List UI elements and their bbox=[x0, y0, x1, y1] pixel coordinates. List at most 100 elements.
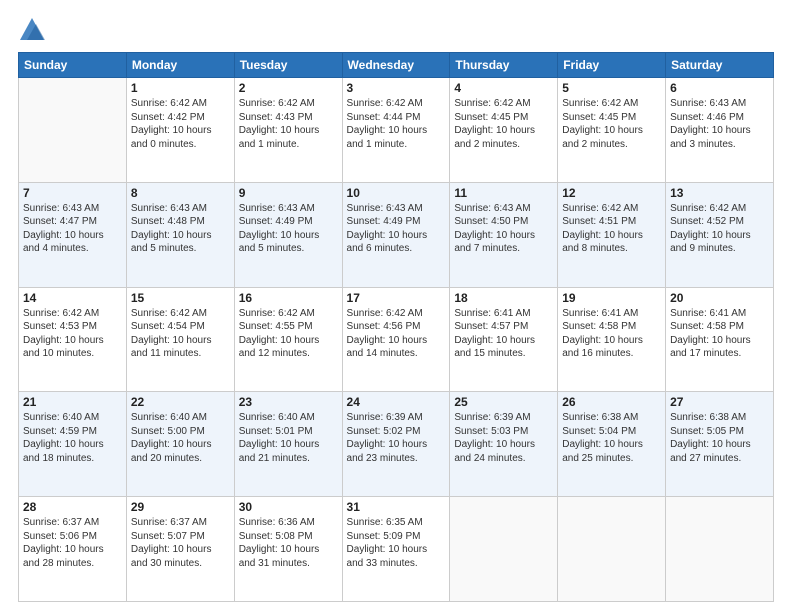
calendar-cell: 16Sunrise: 6:42 AM Sunset: 4:55 PM Dayli… bbox=[234, 287, 342, 392]
day-number: 21 bbox=[23, 395, 122, 409]
day-number: 6 bbox=[670, 81, 769, 95]
day-number: 7 bbox=[23, 186, 122, 200]
week-row-4: 28 Sunrise: 6:37 AM Sunset: 5:06 PM Dayli… bbox=[19, 497, 774, 602]
day-number: 2 bbox=[239, 81, 338, 95]
calendar-cell: 1 Sunrise: 6:42 AM Sunset: 4:42 PM Daylig… bbox=[126, 78, 234, 183]
calendar-cell: 12 Sunrise: 6:42 AM Sunset: 4:51 PM Dayli… bbox=[558, 182, 666, 287]
day-number: 28 bbox=[23, 500, 122, 514]
day-number: 12 bbox=[562, 186, 661, 200]
day-info: Sunrise: 6:42 AM Sunset: 4:53 PM Dayligh… bbox=[23, 307, 122, 361]
day-number: 1 bbox=[131, 81, 230, 95]
day-info: Sunrise: 6:39 AM Sunset: 5:03 PM Dayligh… bbox=[454, 411, 553, 465]
week-row-2: 14 Sunrise: 6:42 AM Sunset: 4:53 PM Dayli… bbox=[19, 287, 774, 392]
calendar-cell: 14 Sunrise: 6:42 AM Sunset: 4:53 PM Dayli… bbox=[19, 287, 127, 392]
calendar-cell bbox=[19, 78, 127, 183]
day-info: Sunrise: 6:43 AM Sunset: 4:47 PM Dayligh… bbox=[23, 202, 122, 256]
weekday-saturday: Saturday bbox=[666, 53, 774, 78]
day-info: Sunrise: 6:42 AM Sunset: 4:43 PM Dayligh… bbox=[239, 97, 338, 151]
day-number: 11 bbox=[454, 186, 553, 200]
day-info: Sunrise: 6:36 AM Sunset: 5:08 PM Dayligh… bbox=[239, 516, 338, 570]
calendar-cell: 18Sunrise: 6:41 AM Sunset: 4:57 PM Dayli… bbox=[450, 287, 558, 392]
day-info: Sunrise: 6:43 AM Sunset: 4:50 PM Dayligh… bbox=[454, 202, 553, 256]
weekday-sunday: Sunday bbox=[19, 53, 127, 78]
day-number: 22 bbox=[131, 395, 230, 409]
week-row-0: 1 Sunrise: 6:42 AM Sunset: 4:42 PM Daylig… bbox=[19, 78, 774, 183]
day-info: Sunrise: 6:42 AM Sunset: 4:54 PM Dayligh… bbox=[131, 307, 230, 361]
calendar-cell bbox=[558, 497, 666, 602]
header bbox=[18, 16, 774, 44]
day-number: 31 bbox=[347, 500, 446, 514]
calendar-cell: 21 Sunrise: 6:40 AM Sunset: 4:59 PM Dayli… bbox=[19, 392, 127, 497]
calendar-cell: 3Sunrise: 6:42 AM Sunset: 4:44 PM Daylig… bbox=[342, 78, 450, 183]
day-info: Sunrise: 6:35 AM Sunset: 5:09 PM Dayligh… bbox=[347, 516, 446, 570]
day-info: Sunrise: 6:37 AM Sunset: 5:07 PM Dayligh… bbox=[131, 516, 230, 570]
calendar-cell: 28 Sunrise: 6:37 AM Sunset: 5:06 PM Dayli… bbox=[19, 497, 127, 602]
calendar-cell: 23 Sunrise: 6:40 AM Sunset: 5:01 PM Dayli… bbox=[234, 392, 342, 497]
day-number: 4 bbox=[454, 81, 553, 95]
day-number: 17 bbox=[347, 291, 446, 305]
day-info: Sunrise: 6:42 AM Sunset: 4:52 PM Dayligh… bbox=[670, 202, 769, 256]
day-info: Sunrise: 6:37 AM Sunset: 5:06 PM Dayligh… bbox=[23, 516, 122, 570]
day-info: Sunrise: 6:42 AM Sunset: 4:45 PM Dayligh… bbox=[562, 97, 661, 151]
day-number: 29 bbox=[131, 500, 230, 514]
week-row-1: 7 Sunrise: 6:43 AM Sunset: 4:47 PM Daylig… bbox=[19, 182, 774, 287]
day-number: 10 bbox=[347, 186, 446, 200]
day-info: Sunrise: 6:42 AM Sunset: 4:45 PM Dayligh… bbox=[454, 97, 553, 151]
day-number: 25 bbox=[454, 395, 553, 409]
day-info: Sunrise: 6:42 AM Sunset: 4:56 PM Dayligh… bbox=[347, 307, 446, 361]
day-info: Sunrise: 6:43 AM Sunset: 4:48 PM Dayligh… bbox=[131, 202, 230, 256]
weekday-tuesday: Tuesday bbox=[234, 53, 342, 78]
calendar-cell bbox=[666, 497, 774, 602]
weekday-header-row: SundayMondayTuesdayWednesdayThursdayFrid… bbox=[19, 53, 774, 78]
day-info: Sunrise: 6:40 AM Sunset: 4:59 PM Dayligh… bbox=[23, 411, 122, 465]
calendar-cell: 8 Sunrise: 6:43 AM Sunset: 4:48 PM Daylig… bbox=[126, 182, 234, 287]
calendar-cell: 11 Sunrise: 6:43 AM Sunset: 4:50 PM Dayli… bbox=[450, 182, 558, 287]
day-info: Sunrise: 6:40 AM Sunset: 5:00 PM Dayligh… bbox=[131, 411, 230, 465]
calendar-cell: 15 Sunrise: 6:42 AM Sunset: 4:54 PM Dayli… bbox=[126, 287, 234, 392]
calendar-cell: 26 Sunrise: 6:38 AM Sunset: 5:04 PM Dayli… bbox=[558, 392, 666, 497]
day-info: Sunrise: 6:42 AM Sunset: 4:44 PM Dayligh… bbox=[347, 97, 446, 151]
day-number: 20 bbox=[670, 291, 769, 305]
day-info: Sunrise: 6:42 AM Sunset: 4:55 PM Dayligh… bbox=[239, 307, 338, 361]
day-number: 13 bbox=[670, 186, 769, 200]
day-number: 8 bbox=[131, 186, 230, 200]
calendar-cell: 7 Sunrise: 6:43 AM Sunset: 4:47 PM Daylig… bbox=[19, 182, 127, 287]
day-info: Sunrise: 6:41 AM Sunset: 4:58 PM Dayligh… bbox=[670, 307, 769, 361]
calendar-table: SundayMondayTuesdayWednesdayThursdayFrid… bbox=[18, 52, 774, 602]
week-row-3: 21 Sunrise: 6:40 AM Sunset: 4:59 PM Dayli… bbox=[19, 392, 774, 497]
calendar-cell: 24 Sunrise: 6:39 AM Sunset: 5:02 PM Dayli… bbox=[342, 392, 450, 497]
day-info: Sunrise: 6:43 AM Sunset: 4:49 PM Dayligh… bbox=[239, 202, 338, 256]
day-number: 30 bbox=[239, 500, 338, 514]
weekday-wednesday: Wednesday bbox=[342, 53, 450, 78]
weekday-monday: Monday bbox=[126, 53, 234, 78]
day-number: 18 bbox=[454, 291, 553, 305]
day-number: 26 bbox=[562, 395, 661, 409]
day-number: 14 bbox=[23, 291, 122, 305]
day-info: Sunrise: 6:40 AM Sunset: 5:01 PM Dayligh… bbox=[239, 411, 338, 465]
page: SundayMondayTuesdayWednesdayThursdayFrid… bbox=[0, 0, 792, 612]
day-number: 27 bbox=[670, 395, 769, 409]
day-info: Sunrise: 6:38 AM Sunset: 5:04 PM Dayligh… bbox=[562, 411, 661, 465]
calendar-cell bbox=[450, 497, 558, 602]
day-info: Sunrise: 6:39 AM Sunset: 5:02 PM Dayligh… bbox=[347, 411, 446, 465]
day-number: 15 bbox=[131, 291, 230, 305]
calendar-cell: 13 Sunrise: 6:42 AM Sunset: 4:52 PM Dayli… bbox=[666, 182, 774, 287]
calendar-cell: 2 Sunrise: 6:42 AM Sunset: 4:43 PM Daylig… bbox=[234, 78, 342, 183]
day-info: Sunrise: 6:42 AM Sunset: 4:51 PM Dayligh… bbox=[562, 202, 661, 256]
calendar-cell: 29 Sunrise: 6:37 AM Sunset: 5:07 PM Dayli… bbox=[126, 497, 234, 602]
calendar-cell: 17 Sunrise: 6:42 AM Sunset: 4:56 PM Dayli… bbox=[342, 287, 450, 392]
day-number: 23 bbox=[239, 395, 338, 409]
calendar-cell: 9Sunrise: 6:43 AM Sunset: 4:49 PM Daylig… bbox=[234, 182, 342, 287]
calendar-cell: 22 Sunrise: 6:40 AM Sunset: 5:00 PM Dayli… bbox=[126, 392, 234, 497]
calendar-cell: 4 Sunrise: 6:42 AM Sunset: 4:45 PM Daylig… bbox=[450, 78, 558, 183]
day-number: 24 bbox=[347, 395, 446, 409]
calendar-cell: 20 Sunrise: 6:41 AM Sunset: 4:58 PM Dayli… bbox=[666, 287, 774, 392]
calendar-cell: 25 Sunrise: 6:39 AM Sunset: 5:03 PM Dayli… bbox=[450, 392, 558, 497]
logo-icon bbox=[18, 16, 46, 44]
day-number: 5 bbox=[562, 81, 661, 95]
weekday-friday: Friday bbox=[558, 53, 666, 78]
weekday-thursday: Thursday bbox=[450, 53, 558, 78]
calendar-cell: 30 Sunrise: 6:36 AM Sunset: 5:08 PM Dayli… bbox=[234, 497, 342, 602]
day-info: Sunrise: 6:42 AM Sunset: 4:42 PM Dayligh… bbox=[131, 97, 230, 151]
logo bbox=[18, 16, 50, 44]
